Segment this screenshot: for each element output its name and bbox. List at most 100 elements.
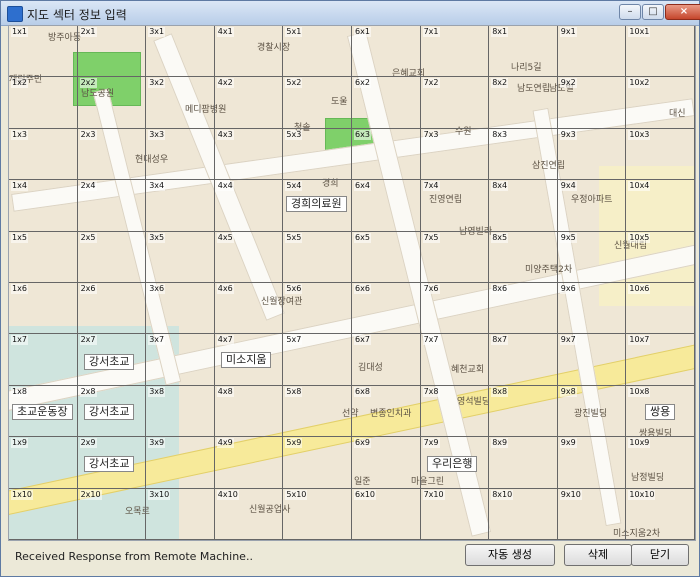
title-bar[interactable]: 지도 섹터 정보 입력 – □ × — [1, 1, 700, 26]
grid-cell[interactable]: 1x2 — [9, 77, 78, 129]
grid-cell[interactable]: 6x9 — [352, 437, 421, 489]
grid-cell[interactable]: 2x2 — [77, 77, 147, 129]
grid-cell[interactable]: 10x4 — [626, 180, 695, 232]
grid-cell[interactable]: 5x7 — [283, 334, 352, 386]
minimize-button[interactable]: – — [619, 4, 641, 20]
grid-cell[interactable]: 10x2 — [626, 77, 695, 129]
grid-cell[interactable]: 1x6 — [9, 283, 78, 335]
grid-cell[interactable]: 5x1 — [283, 26, 352, 78]
grid-cell[interactable]: 4x7 — [214, 334, 284, 386]
grid-cell[interactable]: 8x7 — [489, 334, 558, 386]
grid-cell[interactable]: 7x10 — [420, 488, 490, 540]
grid-cell[interactable]: 7x8 — [420, 385, 490, 438]
grid-cell[interactable]: 6x1 — [352, 26, 421, 78]
auto-generate-button[interactable]: 자동 생성 — [465, 544, 555, 566]
grid-cell[interactable]: 10x10 — [626, 488, 695, 540]
grid-cell[interactable]: 6x8 — [352, 385, 421, 438]
grid-cell[interactable]: 1x4 — [9, 180, 78, 232]
grid-cell[interactable]: 4x8 — [214, 385, 284, 438]
grid-cell[interactable]: 2x7 — [77, 334, 147, 386]
grid-cell[interactable]: 7x4 — [420, 180, 490, 232]
grid-cell[interactable]: 5x8 — [283, 385, 352, 438]
grid-cell[interactable]: 8x2 — [489, 77, 558, 129]
grid-cell[interactable]: 6x2 — [352, 77, 421, 129]
grid-cell[interactable]: 8x3 — [489, 128, 558, 181]
grid-cell[interactable]: 5x9 — [283, 437, 352, 489]
grid-cell[interactable]: 9x1 — [557, 26, 627, 78]
grid-cell[interactable]: 3x2 — [146, 77, 215, 129]
grid-cell[interactable]: 10x5 — [626, 231, 695, 283]
grid-cell[interactable]: 1x3 — [9, 128, 78, 181]
grid-cell[interactable]: 5x4 — [283, 180, 352, 232]
grid-cell[interactable]: 6x4 — [352, 180, 421, 232]
grid-cell[interactable]: 7x5 — [420, 231, 490, 283]
grid-cell[interactable]: 3x4 — [146, 180, 215, 232]
close-window-button[interactable]: × — [665, 4, 700, 20]
grid-cell[interactable]: 1x7 — [9, 334, 78, 386]
grid-cell[interactable]: 2x9 — [77, 437, 147, 489]
grid-cell[interactable]: 3x6 — [146, 283, 215, 335]
grid-cell[interactable]: 7x7 — [420, 334, 490, 386]
grid-cell[interactable]: 5x6 — [283, 283, 352, 335]
grid-cell[interactable]: 7x6 — [420, 283, 490, 335]
grid-cell[interactable]: 5x10 — [283, 488, 352, 540]
grid-cell[interactable]: 3x1 — [146, 26, 215, 78]
maximize-button[interactable]: □ — [642, 4, 664, 20]
grid-cell[interactable]: 9x9 — [557, 437, 627, 489]
grid-cell[interactable]: 2x4 — [77, 180, 147, 232]
grid-cell[interactable]: 7x3 — [420, 128, 490, 181]
grid-cell[interactable]: 8x6 — [489, 283, 558, 335]
grid-cell[interactable]: 10x9 — [626, 437, 695, 489]
map-view[interactable]: 방주아동 경찰시장 은혜교회 나리5길 남도빌 대신 재림주민 남도공원 메디팜… — [8, 25, 696, 541]
grid-cell[interactable]: 4x3 — [214, 128, 284, 181]
grid-cell[interactable]: 6x5 — [352, 231, 421, 283]
grid-cell[interactable]: 4x10 — [214, 488, 284, 540]
grid-cell[interactable]: 9x6 — [557, 283, 627, 335]
delete-button[interactable]: 삭제 — [564, 544, 632, 566]
grid-cell[interactable]: 2x3 — [77, 128, 147, 181]
grid-cell[interactable]: 4x6 — [214, 283, 284, 335]
grid-cell[interactable]: 9x4 — [557, 180, 627, 232]
grid-cell[interactable]: 8x5 — [489, 231, 558, 283]
grid-cell[interactable]: 6x3 — [352, 128, 421, 181]
grid-cell[interactable]: 7x2 — [420, 77, 490, 129]
grid-cell[interactable]: 6x6 — [352, 283, 421, 335]
grid-cell[interactable]: 9x3 — [557, 128, 627, 181]
grid-cell[interactable]: 8x8 — [489, 385, 558, 438]
grid-cell[interactable]: 8x10 — [489, 488, 558, 540]
grid-cell[interactable]: 6x7 — [352, 334, 421, 386]
grid-cell[interactable]: 1x10 — [9, 488, 78, 540]
grid-cell[interactable]: 7x1 — [420, 26, 490, 78]
grid-cell[interactable]: 9x10 — [557, 488, 627, 540]
grid-cell[interactable]: 8x1 — [489, 26, 558, 78]
grid-cell[interactable]: 9x2 — [557, 77, 627, 129]
grid-cell[interactable]: 5x2 — [283, 77, 352, 129]
grid-cell[interactable]: 2x6 — [77, 283, 147, 335]
grid-cell[interactable]: 4x9 — [214, 437, 284, 489]
grid-cell[interactable]: 1x1 — [9, 26, 78, 78]
grid-cell[interactable]: 1x8 — [9, 385, 78, 438]
grid-cell[interactable]: 2x5 — [77, 231, 147, 283]
grid-cell[interactable]: 2x1 — [77, 26, 147, 78]
grid-cell[interactable]: 10x1 — [626, 26, 695, 78]
grid-cell[interactable]: 9x5 — [557, 231, 627, 283]
grid-cell[interactable]: 3x7 — [146, 334, 215, 386]
grid-cell[interactable]: 7x9 — [420, 437, 490, 489]
grid-cell[interactable]: 8x4 — [489, 180, 558, 232]
grid-cell[interactable]: 4x4 — [214, 180, 284, 232]
grid-cell[interactable]: 10x3 — [626, 128, 695, 181]
grid-cell[interactable]: 9x8 — [557, 385, 627, 438]
grid-cell[interactable]: 1x5 — [9, 231, 78, 283]
grid-cell[interactable]: 2x8 — [77, 385, 147, 438]
grid-cell[interactable]: 10x7 — [626, 334, 695, 386]
grid-cell[interactable]: 3x8 — [146, 385, 215, 438]
grid-cell[interactable]: 8x9 — [489, 437, 558, 489]
close-button[interactable]: 닫기 — [631, 544, 689, 566]
grid-cell[interactable]: 6x10 — [352, 488, 421, 540]
grid-cell[interactable]: 5x5 — [283, 231, 352, 283]
grid-cell[interactable]: 10x8 — [626, 385, 695, 438]
grid-cell[interactable]: 2x10 — [77, 488, 147, 540]
grid-cell[interactable]: 4x5 — [214, 231, 284, 283]
grid-cell[interactable]: 3x9 — [146, 437, 215, 489]
grid-cell[interactable]: 1x9 — [9, 437, 78, 489]
